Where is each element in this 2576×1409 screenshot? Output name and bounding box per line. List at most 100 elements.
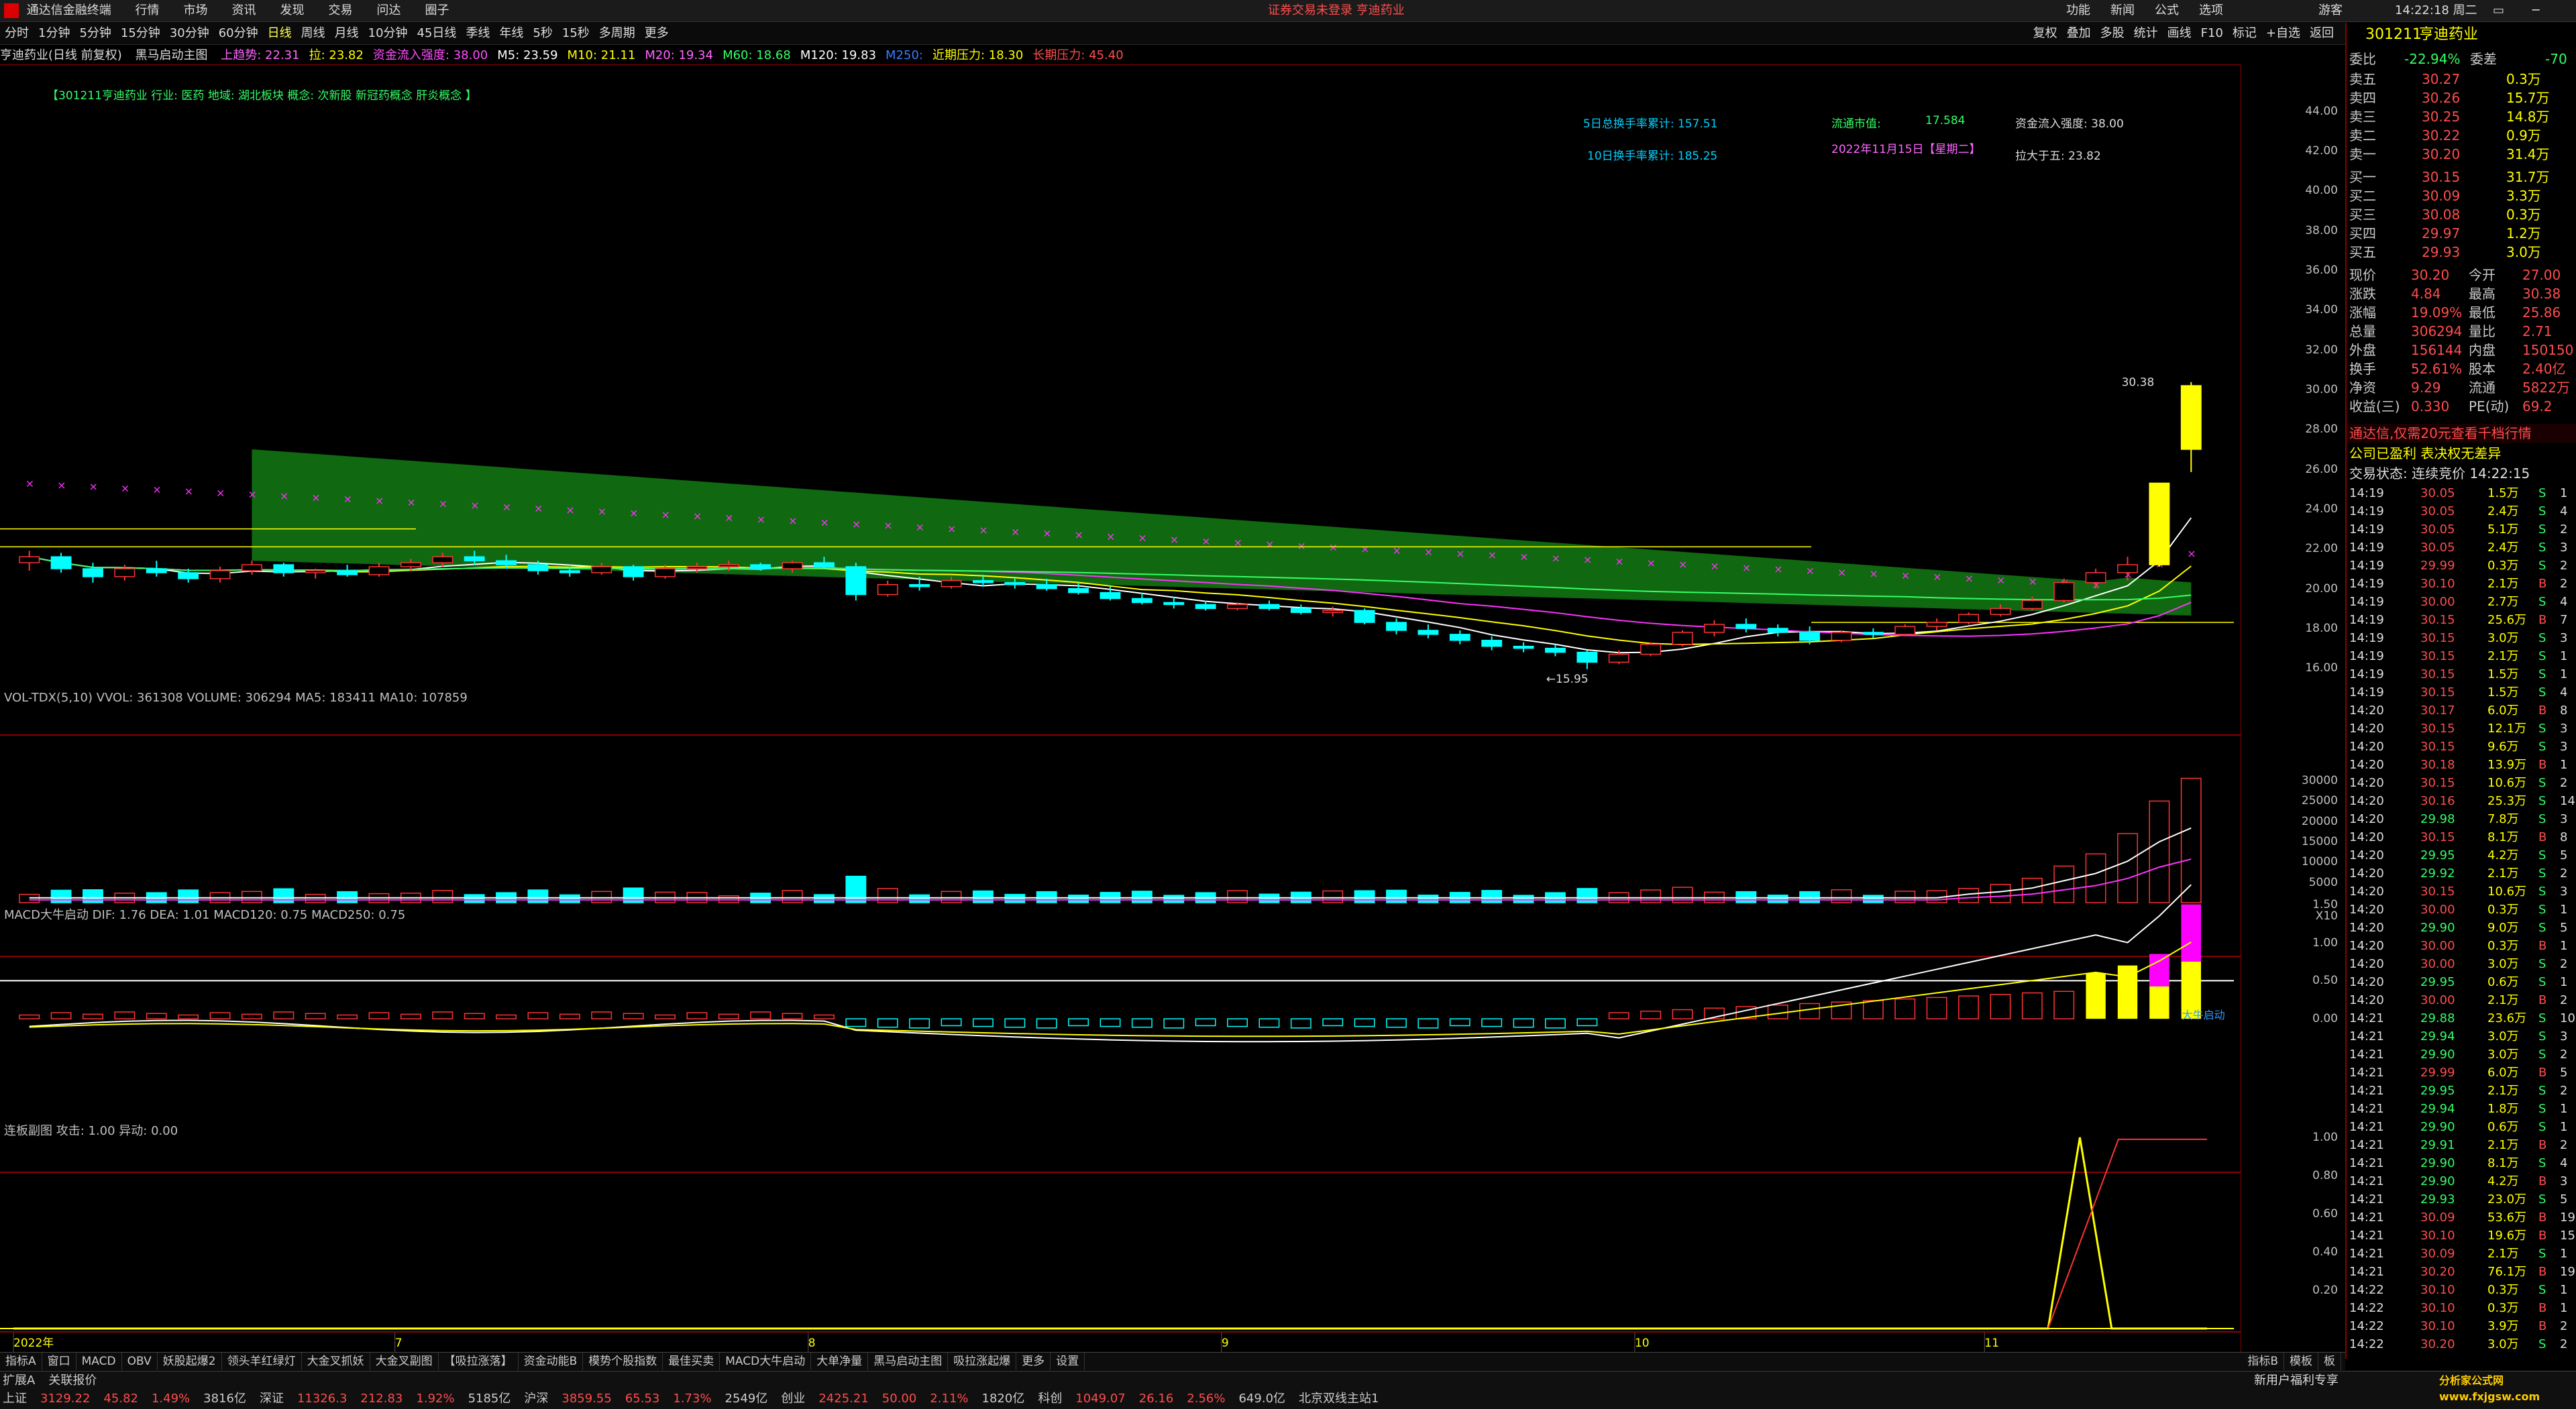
candle[interactable] (1417, 630, 1439, 635)
period-tab[interactable]: 60分钟 (214, 23, 263, 44)
user-label[interactable]: 游客 (2318, 0, 2343, 21)
bid-row[interactable]: 买二 30.09 3.3万 (2347, 186, 2576, 205)
candle[interactable] (655, 568, 676, 577)
candle[interactable] (19, 556, 40, 563)
candle[interactable] (750, 564, 771, 569)
candle[interactable] (1545, 647, 1566, 653)
candle[interactable] (1513, 645, 1534, 649)
candle[interactable] (1322, 610, 1344, 614)
candle[interactable] (50, 556, 72, 569)
candle[interactable] (1640, 643, 1662, 655)
candle[interactable] (1990, 608, 2011, 615)
candle[interactable] (1290, 608, 1311, 614)
indicator-tab[interactable]: 大金叉副图 (370, 1353, 439, 1370)
candle[interactable] (178, 572, 199, 579)
candle[interactable] (1386, 622, 1407, 631)
stock-name[interactable]: 亨迪药业 (2419, 25, 2478, 44)
period-tab[interactable]: 日线 (263, 23, 297, 44)
candle[interactable] (686, 566, 708, 569)
candle[interactable] (1735, 624, 1757, 629)
candle[interactable] (1131, 598, 1152, 604)
candle[interactable] (1481, 640, 1503, 647)
promo-line-1[interactable]: 通达信,仅需20元查看千档行情 (2347, 424, 2576, 443)
stock-code[interactable]: 301211 (2365, 25, 2422, 44)
candle[interactable] (1862, 632, 1884, 635)
candle[interactable] (114, 568, 136, 577)
toolbar-tool[interactable]: 统计 (2129, 23, 2163, 44)
bid-row[interactable]: 买三 30.08 0.3万 (2347, 205, 2576, 224)
candle[interactable] (591, 566, 612, 573)
period-tab[interactable]: 45日线 (413, 23, 462, 44)
center-notice[interactable]: 证券交易未登录 亨迪药业 (1268, 0, 1405, 21)
period-tab[interactable]: 季线 (461, 23, 494, 44)
menu-item[interactable]: 问达 (376, 0, 400, 21)
candle[interactable] (432, 556, 453, 563)
promo-line-2[interactable]: 公司已盈利 表决权无差异 (2347, 444, 2576, 463)
candle[interactable] (1703, 624, 1725, 633)
period-tab[interactable]: 分时 (0, 23, 34, 44)
period-tab[interactable]: 5秒 (528, 23, 557, 44)
candle[interactable] (146, 568, 167, 573)
menu-item[interactable]: 圈子 (425, 0, 449, 21)
menu-item[interactable]: 发现 (280, 0, 304, 21)
candle[interactable] (623, 566, 644, 577)
indicator-tab[interactable]: 大金叉抓妖 (302, 1353, 370, 1370)
promo-status[interactable]: 新用户福利专享 (2254, 1371, 2339, 1390)
indicator-tab[interactable]: MACD (76, 1353, 122, 1370)
candle[interactable] (2117, 564, 2138, 573)
menu-item[interactable]: 交易 (328, 0, 352, 21)
indicator-tab[interactable]: 领头羊红绿灯 (222, 1353, 302, 1370)
candle[interactable] (2053, 582, 2075, 602)
status-item[interactable]: 关联报价 (48, 1373, 97, 1388)
toolbar-tool[interactable]: F10 (2196, 23, 2228, 44)
candle[interactable] (273, 564, 294, 573)
candle[interactable] (1004, 582, 1026, 585)
toolbar-tool[interactable]: 标记 (2228, 23, 2261, 44)
candle[interactable] (909, 583, 930, 587)
status-item[interactable]: 扩展A (3, 1373, 35, 1388)
candle[interactable] (496, 560, 517, 565)
candle[interactable] (368, 566, 390, 575)
candle[interactable] (941, 580, 962, 587)
candle[interactable] (464, 556, 485, 561)
period-tab[interactable]: 年线 (494, 23, 528, 44)
candle[interactable] (83, 568, 103, 577)
candle[interactable] (845, 566, 867, 596)
candle[interactable] (527, 564, 549, 571)
candle[interactable] (2085, 572, 2106, 583)
candle[interactable] (1227, 604, 1248, 610)
indicator-tab[interactable]: 指标A (0, 1353, 42, 1370)
main-chart-area[interactable]: × × × × × × × × × × × × × × × × × × × × × × × × × × × × × × × × × × × × × × × ×… (0, 64, 2241, 1352)
candle[interactable] (2021, 600, 2043, 610)
candle[interactable] (1163, 602, 1185, 606)
indicator-tab[interactable]: 吸拉涨起爆 (948, 1353, 1017, 1370)
candle[interactable] (1036, 583, 1057, 589)
menu-item[interactable]: 资讯 (231, 0, 256, 21)
candle[interactable] (209, 570, 231, 579)
indicator-tab[interactable]: 模势个股指数 (583, 1353, 663, 1370)
candle[interactable] (2180, 385, 2202, 450)
bid-row[interactable]: 买四 29.97 1.2万 (2347, 224, 2576, 243)
candle[interactable] (559, 570, 580, 573)
period-tab[interactable]: 1分钟 (34, 23, 74, 44)
bid-row[interactable]: 买五 29.93 3.0万 (2347, 243, 2576, 262)
indicator-tab[interactable]: OBV (122, 1353, 158, 1370)
toolbar-tool[interactable]: +自选 (2261, 23, 2305, 44)
candle[interactable] (1608, 653, 1629, 663)
template-tab[interactable]: 指标B (2242, 1353, 2284, 1370)
period-tab[interactable]: 15分钟 (116, 23, 165, 44)
candle[interactable] (782, 562, 803, 569)
candle[interactable] (400, 562, 421, 567)
right-menu-item[interactable]: 功能 (2066, 0, 2090, 21)
ask-row[interactable]: 卖三 30.25 14.8万 (2347, 107, 2576, 126)
toolbar-tool[interactable]: 叠加 (2062, 23, 2096, 44)
candle[interactable] (305, 570, 326, 573)
toolbar-tool[interactable]: 多股 (2096, 23, 2129, 44)
right-menu-item[interactable]: 选项 (2199, 0, 2223, 21)
period-tab[interactable]: 多周期 (594, 23, 640, 44)
candle[interactable] (2149, 482, 2170, 565)
period-tab[interactable]: 30分钟 (165, 23, 214, 44)
candle[interactable] (1799, 632, 1821, 641)
toolbar-tool[interactable]: 复权 (2029, 23, 2062, 44)
candle[interactable] (1894, 626, 1916, 635)
